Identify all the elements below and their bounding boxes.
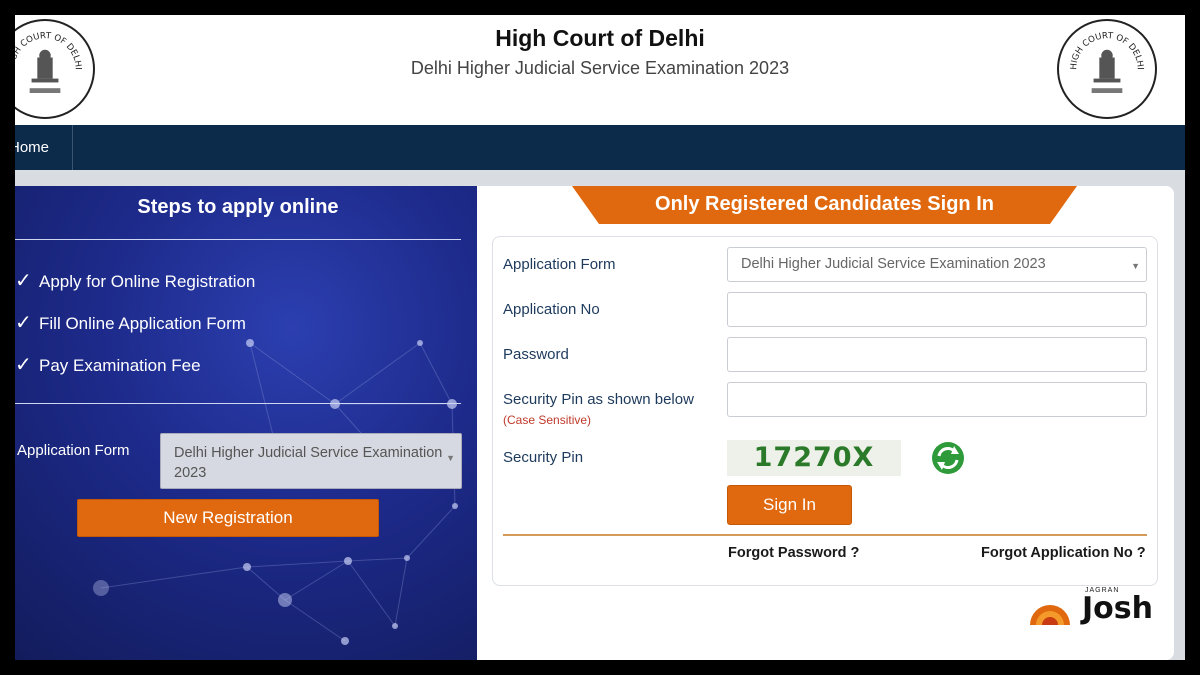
step-item: ✓ Fill Online Application Form — [15, 310, 246, 335]
divider — [15, 403, 461, 404]
new-registration-button[interactable]: New Registration — [77, 499, 379, 537]
application-form-select[interactable]: Delhi Higher Judicial Service Examinatio… — [160, 433, 462, 489]
court-emblem-right: HIGH COURT OF DELHI — [1057, 19, 1157, 119]
password-input[interactable] — [727, 337, 1147, 372]
step-label: Pay Examination Fee — [39, 356, 201, 375]
refresh-captcha-icon[interactable] — [930, 440, 966, 476]
checkmark-icon: ✓ — [15, 270, 32, 292]
application-form-label: Application Form — [503, 256, 616, 273]
password-label: Password — [503, 346, 569, 363]
security-pin-input-label: Security Pin as shown below — [503, 391, 694, 408]
page-frame: HIGH COURT OF DELHI High Court of Delhi … — [15, 15, 1185, 660]
case-sensitive-note: (Case Sensitive) — [503, 413, 592, 427]
application-no-input[interactable] — [727, 292, 1147, 327]
emblem-seal-icon: HIGH COURT OF DELHI — [1069, 31, 1145, 93]
captcha-image: 17270X — [727, 440, 901, 476]
checkmark-icon: ✓ — [15, 354, 32, 376]
dropdown-arrow-icon: ▼ — [1131, 261, 1140, 271]
header: HIGH COURT OF DELHI High Court of Delhi … — [15, 15, 1185, 125]
josh-wordmark: Josh — [1082, 591, 1153, 626]
network-background — [93, 339, 458, 645]
nav-home-link[interactable]: ​Home — [15, 125, 73, 170]
application-no-label: Application No — [503, 301, 600, 318]
step-item: ✓ Apply for Online Registration — [15, 268, 255, 293]
select-value: Delhi Higher Judicial Service Examinatio… — [741, 256, 1046, 272]
top-navbar: ​Home — [15, 125, 1185, 170]
divider — [15, 239, 461, 240]
security-pin-input[interactable] — [727, 382, 1147, 417]
sign-in-button[interactable]: Sign In — [727, 485, 852, 525]
page-subtitle: Delhi Higher Judicial Service Examinatio… — [410, 58, 790, 78]
nav-home-label: Home — [15, 139, 50, 156]
step-item: ✓ Pay Examination Fee — [15, 352, 201, 377]
page-title: High Court of Delhi — [495, 25, 705, 51]
divider — [503, 534, 1147, 536]
sign-in-form: Application Form Delhi Higher Judicial S… — [492, 236, 1158, 586]
dropdown-arrow-icon: ▼ — [446, 453, 455, 463]
forgot-password-link[interactable]: Forgot Password ? — [728, 545, 859, 561]
step-label: Fill Online Application Form — [39, 314, 246, 333]
application-form-label: Application Form — [17, 442, 130, 459]
forgot-application-no-link[interactable]: Forgot Application No ? — [981, 545, 1146, 561]
steps-title: Steps to apply online — [137, 196, 339, 218]
sign-in-title: Only Registered Candidates Sign In — [655, 193, 994, 215]
checkmark-icon: ✓ — [15, 312, 32, 334]
steps-panel: Steps to apply online ✓ Apply for Online … — [15, 186, 477, 660]
security-pin-label: Security Pin — [503, 449, 584, 466]
select-value: Delhi Higher Judicial Service Examinatio… — [174, 445, 443, 481]
application-form-select[interactable]: Delhi Higher Judicial Service Examinatio… — [727, 247, 1147, 282]
step-label: Apply for Online Registration — [39, 272, 256, 291]
